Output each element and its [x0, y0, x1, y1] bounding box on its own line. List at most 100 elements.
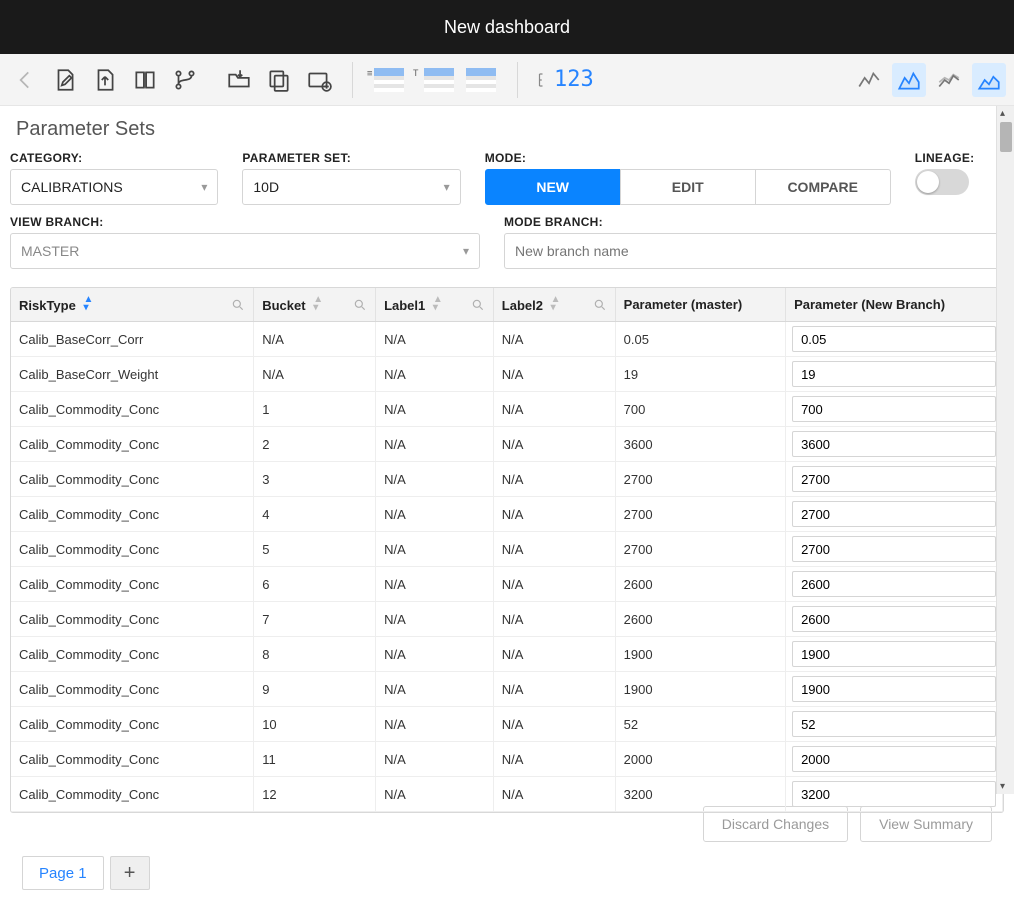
table-row: Calib_Commodity_Conc1N/AN/A700 [11, 392, 1003, 427]
scroll-up-icon[interactable]: ▴ [1000, 108, 1005, 119]
param-newbranch-input[interactable] [792, 641, 996, 667]
table-row: Calib_Commodity_Conc2N/AN/A3600 [11, 427, 1003, 462]
param-newbranch-input[interactable] [792, 326, 996, 352]
sort-icon[interactable]: ▲▾ [551, 296, 561, 312]
view-branch-value: MASTER [21, 243, 79, 259]
cell-risk: Calib_Commodity_Conc [11, 427, 254, 462]
cell-pm: 19 [615, 357, 785, 392]
param-newbranch-input[interactable] [792, 431, 996, 457]
table-row: Calib_Commodity_Conc5N/AN/A2700 [11, 532, 1003, 567]
toolbar-separator [517, 62, 518, 98]
cell-param-newbranch [786, 707, 1003, 742]
cell-param-newbranch [786, 532, 1003, 567]
cell-l2: N/A [493, 567, 615, 602]
cell-bucket: 8 [254, 637, 376, 672]
table-row: Calib_Commodity_Conc10N/AN/A52 [11, 707, 1003, 742]
col-label2[interactable]: Label2 ▲▾ [493, 288, 615, 322]
scroll-thumb[interactable] [1000, 122, 1012, 152]
cell-risk: Calib_Commodity_Conc [11, 742, 254, 777]
cell-pm: 3600 [615, 427, 785, 462]
lineage-toggle[interactable] [915, 169, 969, 195]
table-view-indent-icon[interactable]: T [415, 63, 455, 97]
param-newbranch-input[interactable] [792, 746, 996, 772]
cell-bucket: N/A [254, 322, 376, 357]
branch-icon[interactable] [168, 63, 202, 97]
param-newbranch-input[interactable] [792, 466, 996, 492]
search-icon[interactable] [593, 298, 607, 312]
mode-label: MODE: [485, 151, 891, 165]
cell-bucket: 4 [254, 497, 376, 532]
cell-l1: N/A [376, 392, 494, 427]
chevron-down-icon: ▾ [463, 244, 469, 258]
col-risktype[interactable]: RiskType ▲▾ [11, 288, 254, 322]
search-icon[interactable] [353, 298, 367, 312]
add-panel-icon[interactable] [302, 63, 336, 97]
cell-l2: N/A [493, 497, 615, 532]
mode-edit-button[interactable]: EDIT [620, 169, 756, 205]
cell-pm: 1900 [615, 672, 785, 707]
col-bucket[interactable]: Bucket ▲▾ [254, 288, 376, 322]
search-icon[interactable] [471, 298, 485, 312]
cell-pm: 1900 [615, 637, 785, 672]
table-view-plain-icon[interactable] [461, 63, 501, 97]
cell-param-newbranch [786, 777, 1003, 812]
param-newbranch-input[interactable] [792, 501, 996, 527]
book-icon[interactable] [128, 63, 162, 97]
col-label1[interactable]: Label1 ▲▾ [376, 288, 494, 322]
param-newbranch-input[interactable] [792, 711, 996, 737]
mode-new-button[interactable]: NEW [485, 169, 621, 205]
cell-pm: 2700 [615, 532, 785, 567]
col-param-newbranch[interactable]: Parameter (New Branch) [786, 288, 1003, 322]
add-page-button[interactable]: + [110, 856, 150, 890]
cell-pm: 3200 [615, 777, 785, 812]
mode-branch-input[interactable] [504, 233, 1004, 269]
cell-pm: 0.05 [615, 322, 785, 357]
cell-l2: N/A [493, 707, 615, 742]
mode-compare-button[interactable]: COMPARE [755, 169, 891, 205]
multi-line-chart-icon[interactable] [932, 63, 966, 97]
cell-l1: N/A [376, 567, 494, 602]
sort-icon[interactable]: ▲▾ [313, 296, 323, 312]
cell-l1: N/A [376, 602, 494, 637]
cell-bucket: 1 [254, 392, 376, 427]
number-format-icon[interactable]: 123 [534, 63, 598, 97]
copy-icon[interactable] [262, 63, 296, 97]
paramset-select[interactable]: 10D ▾ [242, 169, 460, 205]
cell-bucket: 5 [254, 532, 376, 567]
filled-chart-icon[interactable] [972, 63, 1006, 97]
col-param-master[interactable]: Parameter (master) [615, 288, 785, 322]
lineage-label: LINEAGE: [915, 151, 975, 165]
page-tab-1[interactable]: Page 1 [22, 856, 104, 890]
param-newbranch-input[interactable] [792, 361, 996, 387]
param-newbranch-input[interactable] [792, 676, 996, 702]
area-chart-icon[interactable] [892, 63, 926, 97]
table-view-icon[interactable]: ≡ [369, 63, 409, 97]
param-newbranch-input[interactable] [792, 606, 996, 632]
sort-icon[interactable]: ▲▾ [433, 296, 443, 312]
cell-param-newbranch [786, 602, 1003, 637]
edit-page-icon[interactable] [48, 63, 82, 97]
cell-l2: N/A [493, 777, 615, 812]
param-newbranch-input[interactable] [792, 536, 996, 562]
back-icon[interactable] [8, 63, 42, 97]
param-newbranch-input[interactable] [792, 781, 996, 807]
line-chart-icon[interactable] [852, 63, 886, 97]
cell-param-newbranch [786, 567, 1003, 602]
param-newbranch-input[interactable] [792, 571, 996, 597]
import-folder-icon[interactable] [222, 63, 256, 97]
paramset-label: PARAMETER SET: [242, 151, 460, 165]
search-icon[interactable] [231, 298, 245, 312]
category-select[interactable]: CALIBRATIONS ▾ [10, 169, 218, 205]
cell-bucket: 12 [254, 777, 376, 812]
sort-asc-icon[interactable]: ▲▾ [83, 296, 93, 312]
cell-risk: Calib_Commodity_Conc [11, 637, 254, 672]
upload-icon[interactable] [88, 63, 122, 97]
scroll-down-icon[interactable]: ▾ [1000, 781, 1005, 792]
param-newbranch-input[interactable] [792, 396, 996, 422]
cell-risk: Calib_Commodity_Conc [11, 672, 254, 707]
view-branch-select[interactable]: MASTER ▾ [10, 233, 480, 269]
cell-l1: N/A [376, 777, 494, 812]
panel-scrollbar[interactable]: ▴ ▾ [996, 106, 1014, 794]
cell-pm: 700 [615, 392, 785, 427]
mode-branch-label: MODE BRANCH: [504, 215, 1004, 229]
